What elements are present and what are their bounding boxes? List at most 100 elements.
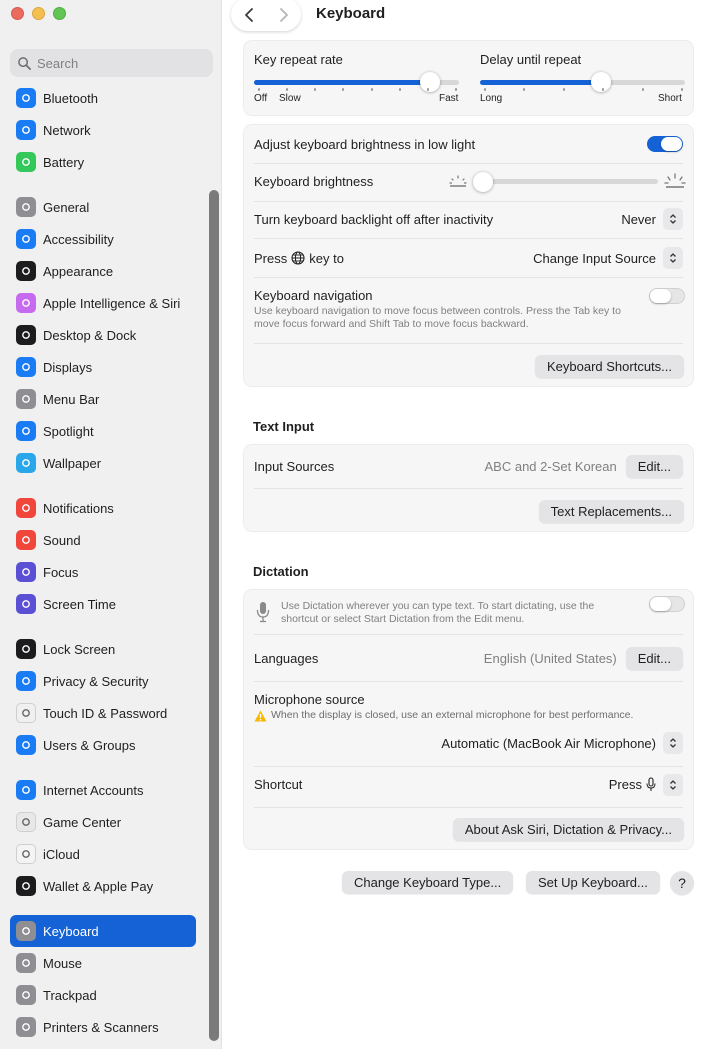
keyboard-brightness-slider[interactable] bbox=[473, 179, 658, 184]
key-repeat-max-label: Fast bbox=[439, 93, 459, 104]
search-field[interactable] bbox=[10, 49, 213, 77]
globe-key-value[interactable]: Change Input Source bbox=[533, 251, 656, 266]
sidebar-item-privacy-security[interactable]: Privacy & Security bbox=[10, 665, 196, 697]
change-keyboard-type-button[interactable]: Change Keyboard Type... bbox=[342, 871, 514, 894]
backlight-timeout-popup[interactable] bbox=[663, 208, 683, 230]
window-controls bbox=[11, 7, 66, 20]
sidebar-item-accessibility[interactable]: Accessibility bbox=[10, 223, 196, 255]
sidebar-item-bluetooth[interactable]: Bluetooth bbox=[10, 82, 196, 114]
back-button[interactable] bbox=[231, 0, 266, 31]
key-repeat-slider-knob[interactable] bbox=[420, 72, 441, 92]
page-title: Keyboard bbox=[316, 5, 386, 22]
sidebar-item-focus[interactable]: Focus bbox=[10, 556, 196, 588]
microphone-icon bbox=[256, 602, 270, 623]
globe-key-popup[interactable] bbox=[663, 247, 683, 269]
brightness-slider-knob[interactable] bbox=[473, 172, 493, 192]
microphone-warning: When the display is closed, use an exter… bbox=[254, 709, 633, 722]
delay-slider-knob[interactable] bbox=[590, 72, 611, 92]
text-replacements-button[interactable]: Text Replacements... bbox=[538, 500, 684, 523]
globe-icon bbox=[16, 120, 36, 140]
close-button[interactable] bbox=[11, 7, 24, 20]
at-icon bbox=[16, 780, 36, 800]
keyboard-brightness-label: Keyboard brightness bbox=[254, 173, 374, 189]
dictation-panel: Use Dictation wherever you can type text… bbox=[243, 589, 694, 850]
adjust-brightness-toggle[interactable] bbox=[647, 136, 683, 152]
sidebar-item-wallpaper[interactable]: Wallpaper bbox=[10, 447, 196, 479]
zoom-button[interactable] bbox=[53, 7, 66, 20]
forward-button[interactable] bbox=[266, 0, 301, 31]
divider bbox=[254, 766, 683, 767]
sidebar-item-label: Internet Accounts bbox=[43, 782, 144, 798]
sidebar-item-displays[interactable]: Displays bbox=[10, 351, 196, 383]
about-dictation-privacy-button[interactable]: About Ask Siri, Dictation & Privacy... bbox=[452, 818, 684, 841]
sidebar-item-wallet-apple-pay[interactable]: Wallet & Apple Pay bbox=[10, 870, 196, 902]
key-repeat-min-label: Off bbox=[254, 93, 268, 104]
scrollbar-thumb[interactable] bbox=[209, 190, 219, 1041]
adjust-brightness-row: Adjust keyboard brightness in low light bbox=[254, 134, 683, 154]
backlight-timeout-label: Turn keyboard backlight off after inacti… bbox=[254, 211, 494, 227]
shortcut-label: Shortcut bbox=[254, 777, 303, 792]
help-button[interactable]: ? bbox=[670, 871, 694, 895]
sidebar-item-network[interactable]: Network bbox=[10, 114, 196, 146]
toggle-knob bbox=[661, 137, 682, 151]
sidebar-item-appearance[interactable]: Appearance bbox=[10, 255, 196, 287]
divider bbox=[254, 163, 683, 164]
sidebar-item-apple-intelligence-siri[interactable]: Apple Intelligence & Siri bbox=[10, 287, 196, 319]
keyboard-shortcuts-button[interactable]: Keyboard Shortcuts... bbox=[534, 355, 684, 378]
sidebar-item-battery[interactable]: Battery bbox=[10, 146, 196, 178]
dictation-toggle[interactable] bbox=[649, 596, 685, 612]
brightness-high-icon bbox=[664, 173, 686, 188]
sidebar-item-mouse[interactable]: Mouse bbox=[10, 947, 196, 979]
sidebar-item-desktop-dock[interactable]: Desktop & Dock bbox=[10, 319, 196, 351]
dictation-heading: Dictation bbox=[253, 564, 309, 579]
sidebar-item-touch-id-password[interactable]: Touch ID & Password bbox=[10, 697, 196, 729]
slider-tick bbox=[523, 88, 526, 91]
sidebar-item-keyboard[interactable]: Keyboard bbox=[10, 915, 196, 947]
keyboard-navigation-description: Use keyboard navigation to move focus be… bbox=[254, 305, 621, 330]
keyboard-navigation-toggle[interactable] bbox=[649, 288, 685, 304]
sidebar-item-screen-time[interactable]: Screen Time bbox=[10, 588, 196, 620]
microphone-source-popup[interactable] bbox=[663, 732, 683, 754]
chevron-right-icon bbox=[279, 7, 288, 22]
divider bbox=[254, 488, 683, 489]
sidebar-item-general[interactable]: General bbox=[10, 191, 196, 223]
divider bbox=[254, 201, 683, 202]
keyboard-settings-panel: Adjust keyboard brightness in low light … bbox=[243, 124, 694, 387]
divider bbox=[254, 634, 683, 635]
microphone-small-icon bbox=[646, 777, 656, 791]
sidebar-item-label: Appearance bbox=[43, 263, 114, 279]
sidebar-item-icloud[interactable]: iCloud bbox=[10, 838, 196, 870]
sidebar-item-users-groups[interactable]: Users & Groups bbox=[10, 729, 196, 761]
languages-edit-button[interactable]: Edit... bbox=[625, 647, 683, 670]
appearance-icon bbox=[16, 261, 36, 281]
sidebar-item-printers-scanners[interactable]: Printers & Scanners bbox=[10, 1011, 196, 1043]
backlight-timeout-value[interactable]: Never bbox=[621, 212, 656, 227]
lock-icon bbox=[16, 639, 36, 659]
shortcut-popup[interactable] bbox=[663, 773, 683, 796]
sidebar-item-trackpad[interactable]: Trackpad bbox=[10, 979, 196, 1011]
input-sources-edit-button[interactable]: Edit... bbox=[625, 455, 683, 478]
trackpad-icon bbox=[16, 985, 36, 1005]
set-up-keyboard-button[interactable]: Set Up Keyboard... bbox=[526, 871, 660, 894]
delay-until-repeat-slider[interactable] bbox=[480, 80, 685, 85]
sidebar-item-notifications[interactable]: Notifications bbox=[10, 492, 196, 524]
speaker-icon bbox=[16, 530, 36, 550]
shortcut-value[interactable]: Press bbox=[609, 777, 642, 792]
sidebar-item-menu-bar[interactable]: Menu Bar bbox=[10, 383, 196, 415]
microphone-source-value[interactable]: Automatic (MacBook Air Microphone) bbox=[441, 736, 656, 751]
text-input-panel: Input Sources ABC and 2-Set Korean Edit.… bbox=[243, 444, 694, 532]
sidebar-item-game-center[interactable]: Game Center bbox=[10, 806, 196, 838]
sidebar-item-lock-screen[interactable]: Lock Screen bbox=[10, 633, 196, 665]
input-sources-value: ABC and 2-Set Korean bbox=[484, 459, 617, 474]
sidebar-scrollbar[interactable] bbox=[209, 90, 219, 1041]
sidebar-item-spotlight[interactable]: Spotlight bbox=[10, 415, 196, 447]
sidebar-item-sound[interactable]: Sound bbox=[10, 524, 196, 556]
sidebar-item-label: Menu Bar bbox=[43, 391, 100, 407]
sidebar-item-internet-accounts[interactable]: Internet Accounts bbox=[10, 774, 196, 806]
search-input[interactable] bbox=[37, 55, 197, 71]
minimize-button[interactable] bbox=[32, 7, 45, 20]
slider-tick bbox=[286, 88, 289, 91]
